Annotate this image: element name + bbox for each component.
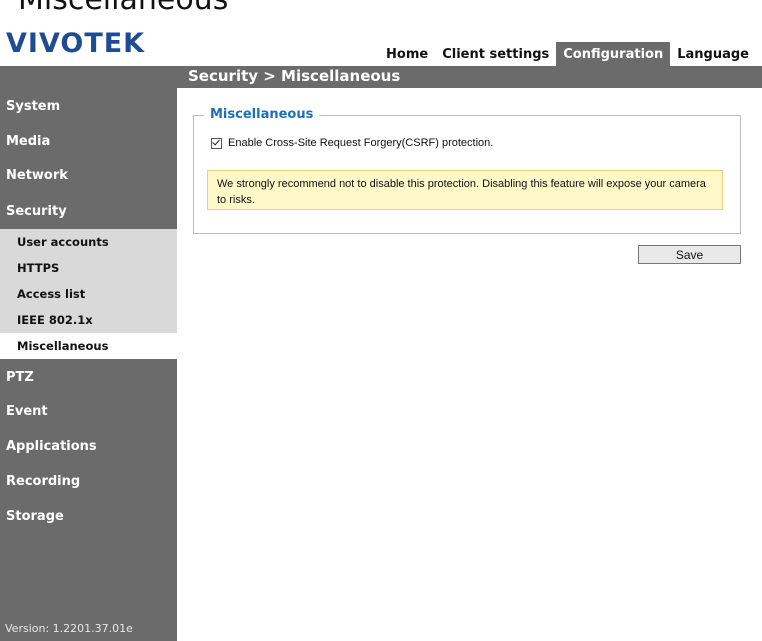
sidebar-item-event[interactable]: Event	[0, 394, 177, 428]
version-text: Version: 1.2201.37.01e	[5, 622, 133, 635]
sidebar-item-media[interactable]: Media	[0, 124, 177, 158]
warning-message: We strongly recommend not to disable thi…	[207, 170, 723, 210]
top-nav: Home Client settings Configuration Langu…	[379, 42, 756, 66]
submenu-item-user-accounts[interactable]: User accounts	[0, 229, 177, 255]
breadcrumb-bar: Security > Miscellaneous	[0, 66, 762, 88]
csrf-option: Enable Cross-Site Request Forgery(CSRF) …	[211, 137, 493, 149]
nav-client-settings[interactable]: Client settings	[435, 42, 556, 66]
breadcrumb: Security > Miscellaneous	[188, 67, 401, 85]
submenu-item-miscellaneous[interactable]: Miscellaneous	[0, 333, 177, 359]
miscellaneous-panel: Miscellaneous Enable Cross-Site Request …	[193, 107, 741, 234]
sidebar-item-system[interactable]: System	[0, 89, 177, 123]
nav-configuration[interactable]: Configuration	[556, 42, 671, 66]
sidebar-item-ptz[interactable]: PTZ	[0, 360, 177, 394]
sidebar-item-storage[interactable]: Storage	[0, 499, 177, 533]
sidebar: System Media Network Security User accou…	[0, 88, 177, 641]
sidebar-item-security[interactable]: Security	[0, 194, 177, 228]
submenu-item-ieee-8021x[interactable]: IEEE 802.1x	[0, 307, 177, 333]
nav-language[interactable]: Language	[670, 42, 756, 66]
sidebar-item-network[interactable]: Network	[0, 158, 177, 192]
nav-home[interactable]: Home	[379, 42, 435, 66]
csrf-label[interactable]: Enable Cross-Site Request Forgery(CSRF) …	[228, 137, 493, 149]
sidebar-item-applications[interactable]: Applications	[0, 429, 177, 463]
sidebar-item-recording[interactable]: Recording	[0, 464, 177, 498]
check-icon	[212, 137, 220, 145]
panel-legend: Miscellaneous	[204, 107, 320, 122]
page-heading: Miscellaneous	[18, 0, 228, 17]
csrf-checkbox[interactable]	[211, 137, 222, 149]
save-button[interactable]: Save	[638, 245, 741, 264]
vivotek-logo: VIVOTEK	[6, 28, 146, 59]
security-submenu: User accounts HTTPS Access list IEEE 802…	[0, 229, 177, 359]
submenu-item-https[interactable]: HTTPS	[0, 255, 177, 281]
submenu-item-access-list[interactable]: Access list	[0, 281, 177, 307]
